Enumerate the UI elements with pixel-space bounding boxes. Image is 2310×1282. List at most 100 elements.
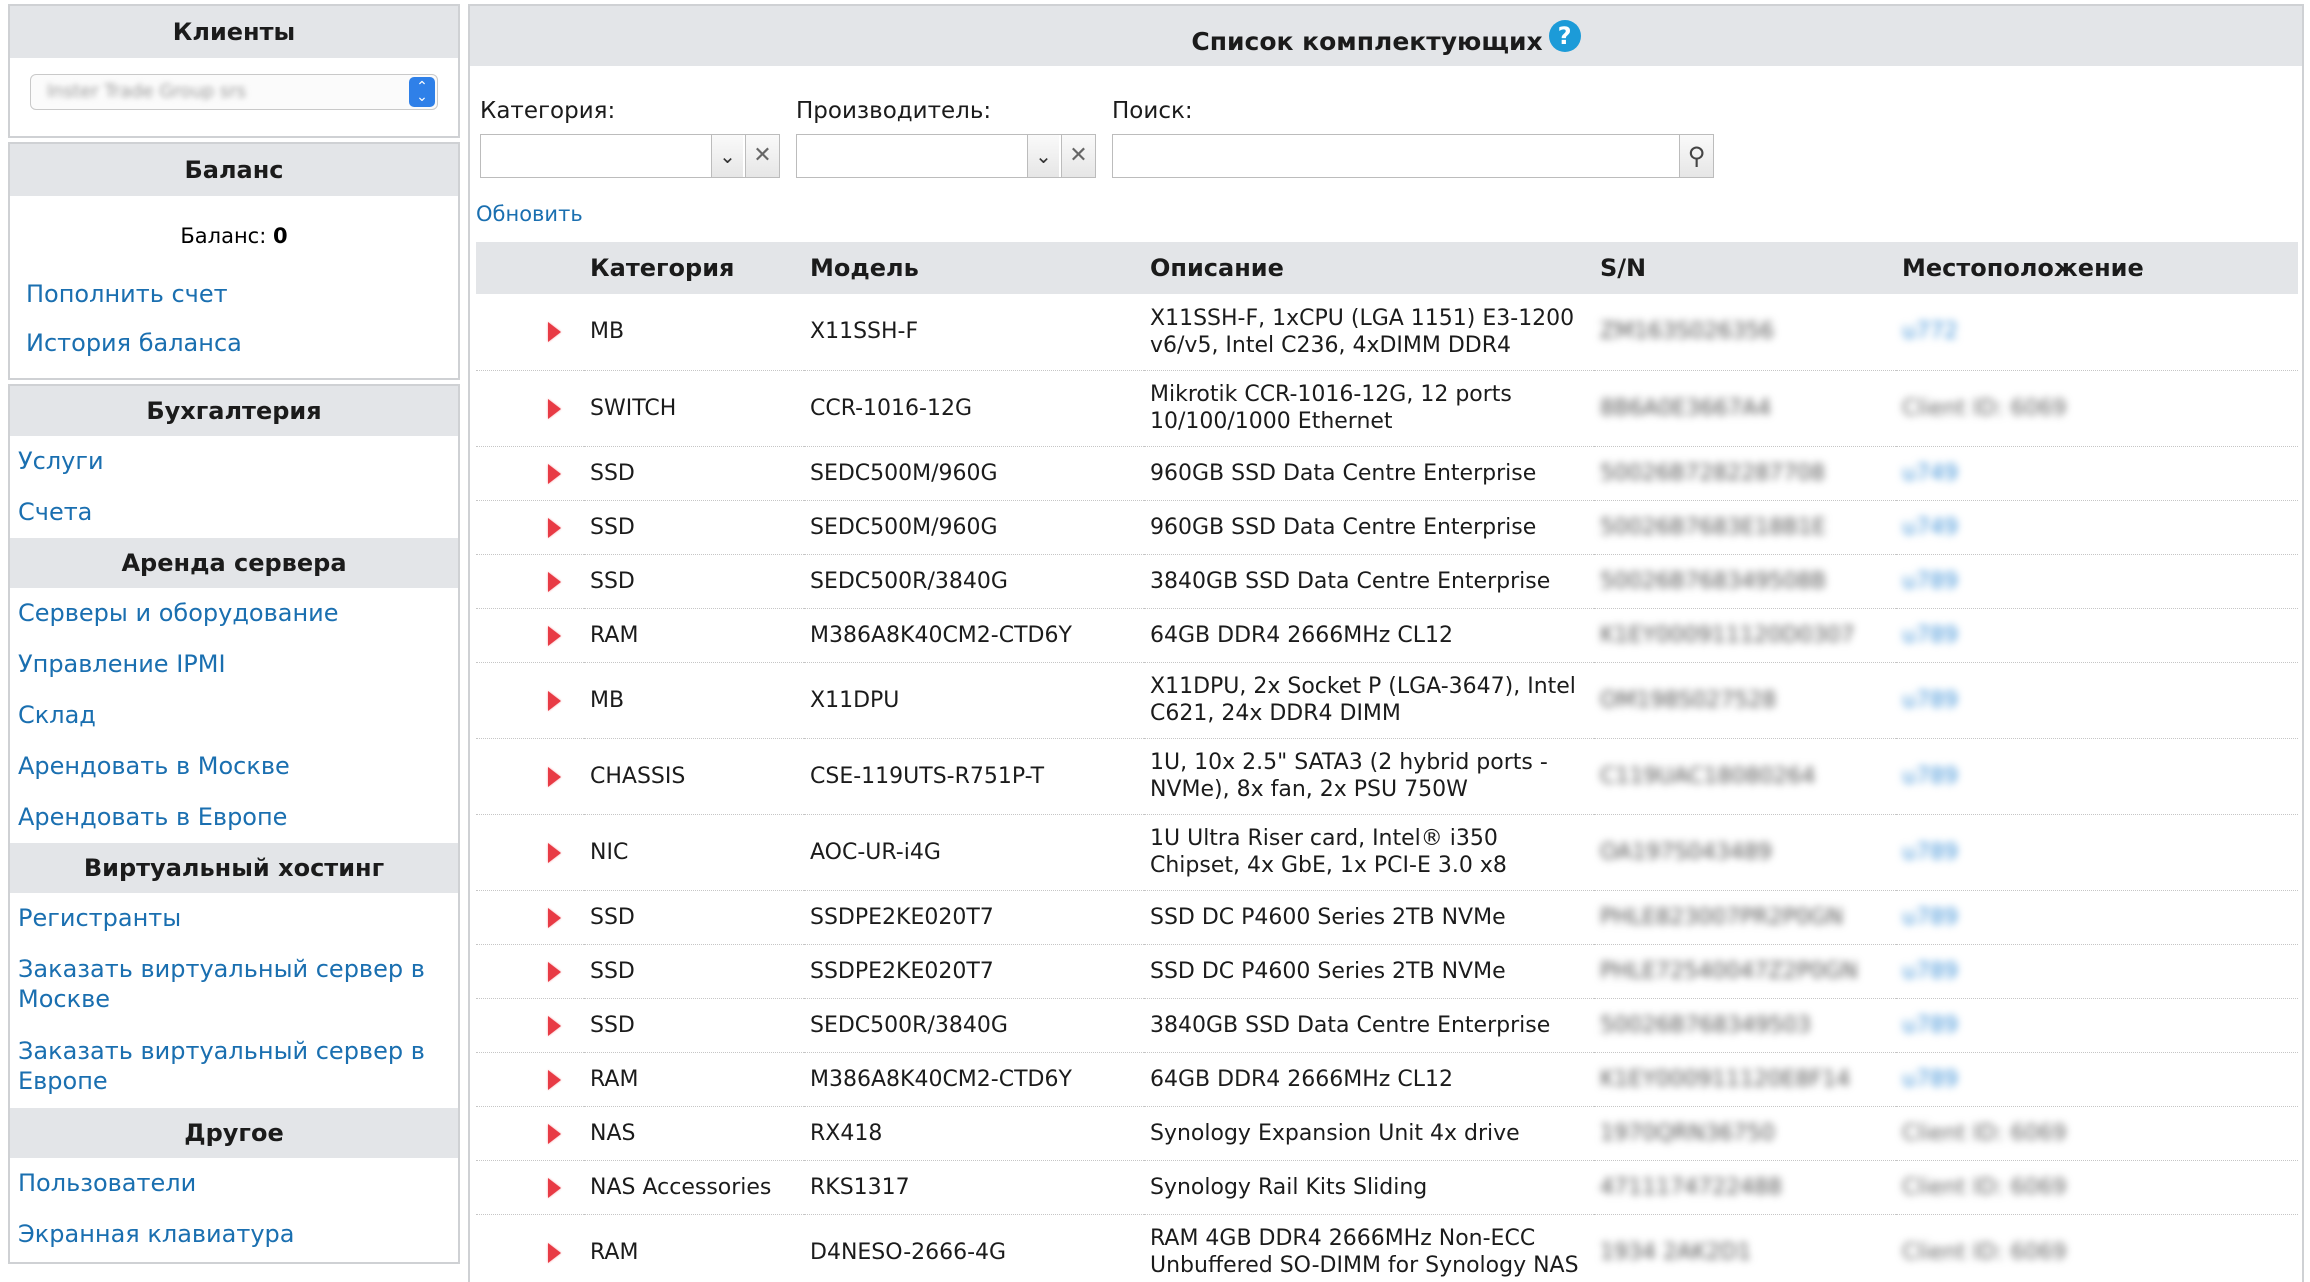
row-location[interactable]: u789	[1896, 662, 2298, 739]
table-row[interactable]: SSD SEDC500M/960G 960GB SSD Data Centre En…	[476, 446, 2298, 501]
location-value[interactable]: u772	[1902, 319, 1958, 344]
refresh-link[interactable]: Обновить	[476, 202, 583, 226]
clear-icon[interactable]: ✕	[745, 135, 779, 177]
location-value[interactable]: u789	[1902, 905, 1958, 930]
expand-arrow-icon[interactable]	[548, 961, 561, 982]
row-location[interactable]: u772	[1896, 294, 2298, 371]
col-location[interactable]: Местоположение	[1896, 242, 2298, 294]
table-row[interactable]: NAS RX418 Synology Expansion Unit 4x drive…	[476, 1106, 2298, 1161]
row-expand-cell[interactable]	[476, 500, 584, 555]
chevron-down-icon[interactable]: ⌄	[711, 135, 743, 177]
expand-arrow-icon[interactable]	[548, 463, 561, 484]
row-expand-cell[interactable]	[476, 554, 584, 609]
row-location[interactable]: u749	[1896, 500, 2298, 555]
row-location[interactable]: u789	[1896, 554, 2298, 609]
expand-arrow-icon[interactable]	[548, 1069, 561, 1090]
row-location[interactable]: u789	[1896, 814, 2298, 891]
link-servers-equipment[interactable]: Серверы и оборудование	[10, 588, 458, 639]
expand-arrow-icon[interactable]	[548, 1123, 561, 1144]
link-registrants[interactable]: Регистранты	[10, 893, 458, 944]
link-invoices[interactable]: Счета	[10, 487, 458, 538]
location-value[interactable]: u789	[1902, 764, 1958, 789]
table-row[interactable]: SSD SSDPE2KE020T7 SSD DC P4600 Series 2TB …	[476, 890, 2298, 945]
expand-arrow-icon[interactable]	[548, 907, 561, 928]
link-users[interactable]: Пользователи	[10, 1158, 458, 1209]
manufacturer-combo[interactable]: ⌄ ✕	[796, 134, 1096, 178]
link-vps-moscow[interactable]: Заказать виртуальный сервер в Москве	[10, 944, 458, 1026]
location-value[interactable]: u789	[1902, 688, 1958, 713]
row-location[interactable]: u789	[1896, 738, 2298, 815]
search-input[interactable]: ⚲	[1112, 134, 1714, 178]
link-rent-moscow[interactable]: Арендовать в Москве	[10, 741, 458, 792]
expand-arrow-icon[interactable]	[548, 1242, 561, 1263]
table-row[interactable]: SWITCH CCR-1016-12G Mikrotik CCR-1016-12G,…	[476, 370, 2298, 447]
table-row[interactable]: MB X11DPU X11DPU, 2x Socket P (LGA-3647), …	[476, 662, 2298, 739]
location-value[interactable]: u789	[1902, 623, 1958, 648]
link-ipmi[interactable]: Управление IPMI	[10, 639, 458, 690]
row-location[interactable]: u789	[1896, 1052, 2298, 1107]
table-row[interactable]: RAM M386A8K40CM2-CTD6Y 64GB DDR4 2666MHz C…	[476, 608, 2298, 663]
table-row[interactable]: SSD SEDC500R/3840G 3840GB SSD Data Centre …	[476, 998, 2298, 1053]
table-row[interactable]: RAM D4NESO-2666-4G RAM 4GB DDR4 2666MHz No…	[476, 1214, 2298, 1282]
row-expand-cell[interactable]	[476, 944, 584, 999]
link-vps-europe[interactable]: Заказать виртуальный сервер в Европе	[10, 1026, 458, 1108]
row-expand-cell[interactable]	[476, 890, 584, 945]
table-row[interactable]: NIC AOC-UR-i4G 1U Ultra Riser card, Intel®…	[476, 814, 2298, 891]
row-expand-cell[interactable]	[476, 1052, 584, 1107]
table-row[interactable]: CHASSIS CSE-119UTS-R751P-T 1U, 10x 2.5" SA…	[476, 738, 2298, 815]
expand-arrow-icon[interactable]	[548, 398, 561, 419]
search-icon[interactable]: ⚲	[1679, 135, 1713, 177]
row-location[interactable]: u789	[1896, 608, 2298, 663]
expand-arrow-icon[interactable]	[548, 571, 561, 592]
link-warehouse[interactable]: Склад	[10, 690, 458, 741]
location-value[interactable]: u749	[1902, 461, 1958, 486]
row-expand-cell[interactable]	[476, 294, 584, 371]
link-services[interactable]: Услуги	[10, 436, 458, 487]
expand-arrow-icon[interactable]	[548, 1015, 561, 1036]
row-expand-cell[interactable]	[476, 738, 584, 815]
top-up-link[interactable]: Пополнить счет	[10, 274, 458, 320]
link-rent-europe[interactable]: Арендовать в Европе	[10, 792, 458, 843]
location-value[interactable]: u789	[1902, 959, 1958, 984]
col-description[interactable]: Описание	[1144, 242, 1594, 294]
category-combo[interactable]: ⌄ ✕	[480, 134, 780, 178]
help-icon[interactable]: ?	[1548, 20, 1581, 52]
row-location[interactable]: u789	[1896, 944, 2298, 999]
table-row[interactable]: RAM M386A8K40CM2-CTD6Y 64GB DDR4 2666MHz C…	[476, 1052, 2298, 1107]
row-location[interactable]: u789	[1896, 890, 2298, 945]
row-expand-cell[interactable]	[476, 814, 584, 891]
location-value[interactable]: u749	[1902, 515, 1958, 540]
expand-arrow-icon[interactable]	[548, 690, 561, 711]
location-value[interactable]: u789	[1902, 569, 1958, 594]
row-expand-cell[interactable]	[476, 998, 584, 1053]
clear-icon[interactable]: ✕	[1061, 135, 1095, 177]
row-location[interactable]: u789	[1896, 998, 2298, 1053]
expand-arrow-icon[interactable]	[548, 1177, 561, 1198]
col-category[interactable]: Категория	[584, 242, 804, 294]
table-row[interactable]: MB X11SSH-F X11SSH-F, 1xCPU (LGA 1151) E3-…	[476, 294, 2298, 371]
row-expand-cell[interactable]	[476, 1214, 584, 1282]
row-location[interactable]: u749	[1896, 446, 2298, 501]
expand-arrow-icon[interactable]	[548, 766, 561, 787]
row-expand-cell[interactable]	[476, 1160, 584, 1215]
col-model[interactable]: Модель	[804, 242, 1144, 294]
location-value[interactable]: u789	[1902, 1013, 1958, 1038]
table-row[interactable]: SSD SSDPE2KE020T7 SSD DC P4600 Series 2TB …	[476, 944, 2298, 999]
client-select[interactable]: Inster Trade Group srs ⌃ ⌄	[30, 74, 438, 110]
col-sn[interactable]: S/N	[1594, 242, 1896, 294]
table-row[interactable]: NAS Accessories RKS1317 Synology Rail Kits…	[476, 1160, 2298, 1215]
row-expand-cell[interactable]	[476, 370, 584, 447]
chevron-down-icon[interactable]: ⌄	[1027, 135, 1059, 177]
link-onscreen-keyboard[interactable]: Экранная клавиатура	[10, 1209, 458, 1260]
expand-arrow-icon[interactable]	[548, 625, 561, 646]
table-row[interactable]: SSD SEDC500M/960G 960GB SSD Data Centre En…	[476, 500, 2298, 555]
row-expand-cell[interactable]	[476, 662, 584, 739]
expand-arrow-icon[interactable]	[548, 842, 561, 863]
row-expand-cell[interactable]	[476, 446, 584, 501]
balance-history-link[interactable]: История баланса	[10, 320, 458, 369]
expand-arrow-icon[interactable]	[548, 517, 561, 538]
expand-arrow-icon[interactable]	[548, 322, 561, 343]
row-expand-cell[interactable]	[476, 608, 584, 663]
table-row[interactable]: SSD SEDC500R/3840G 3840GB SSD Data Centre …	[476, 554, 2298, 609]
row-expand-cell[interactable]	[476, 1106, 584, 1161]
